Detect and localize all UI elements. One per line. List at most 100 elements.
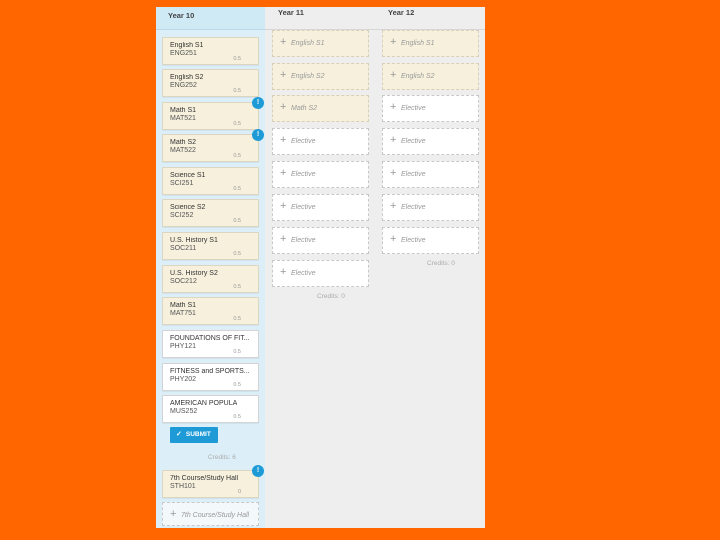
course-credits: 0.5	[233, 316, 241, 322]
course-code: SCI252	[170, 212, 194, 219]
year-11-slot[interactable]: + Elective	[272, 128, 369, 155]
submit-label: SUBMIT	[185, 431, 211, 438]
year-12-slot[interactable]: + Elective	[382, 194, 479, 221]
course-code: ENG251	[170, 50, 197, 57]
course-code: SOC212	[170, 278, 197, 285]
course-code: SOC211	[170, 245, 197, 252]
course-code: ENG252	[170, 82, 197, 89]
course-credits: 0.5	[233, 88, 241, 94]
year-10-title: Year 10	[168, 11, 195, 20]
year-11-title: Year 11	[278, 8, 304, 17]
course-credits: 0.5	[233, 153, 241, 159]
course-credits: 0.5	[233, 349, 241, 355]
slot-label: Elective	[401, 105, 426, 112]
course-code: MUS252	[170, 408, 198, 415]
course-code: MAT522	[170, 147, 196, 154]
slot-label: 7th Course/Study Hall	[181, 512, 250, 519]
course-credits: 0.5	[233, 56, 241, 62]
slot-label: Elective	[401, 237, 426, 244]
year-12-slot[interactable]: + English S1	[382, 30, 479, 57]
plus-icon: +	[280, 200, 287, 212]
slot-label: English S1	[401, 40, 435, 47]
plus-icon: +	[170, 508, 177, 520]
course-name: Science S1	[170, 172, 206, 179]
course-name: FOUNDATIONS OF FIT...	[170, 335, 250, 342]
slot-label: Elective	[291, 237, 316, 244]
course-name: Math S2	[170, 139, 197, 146]
course-planner: Year 10 English S1 ENG251 0.5 English S2…	[156, 7, 485, 528]
slot-label: Elective	[401, 138, 426, 145]
slot-label: English S2	[291, 73, 325, 80]
course-card[interactable]: English S1 ENG251 0.5	[162, 37, 259, 65]
plus-icon: +	[280, 167, 287, 179]
course-credits: 0.5	[233, 284, 241, 290]
course-credits: 0.5	[233, 218, 241, 224]
course-card[interactable]: Math S1 MAT521 0.5 !	[162, 97, 264, 130]
course-card[interactable]: Science S1 SCI251 0.5	[162, 167, 259, 195]
year-10-credits: Credits: 6	[208, 454, 236, 461]
slot-label: Elective	[291, 270, 316, 277]
year-12-slot[interactable]: + Elective	[382, 227, 479, 254]
year-12-slot[interactable]: + Elective	[382, 161, 479, 188]
course-card[interactable]: English S2 ENG252 0.5	[162, 69, 259, 97]
course-name: AMERICAN POPULA	[170, 400, 238, 407]
plus-icon: +	[390, 69, 397, 81]
plus-icon: +	[390, 167, 397, 179]
year-12-credits: Credits: 0	[427, 260, 455, 267]
plus-icon: +	[390, 134, 397, 146]
course-code: SCI251	[170, 180, 194, 187]
course-credits: 0.5	[233, 186, 241, 192]
year-12-slot[interactable]: + English S2	[382, 63, 479, 90]
warning-badge-icon[interactable]: !	[252, 97, 264, 109]
warning-badge-icon[interactable]: !	[252, 465, 264, 477]
plus-icon: +	[280, 134, 287, 146]
study-hall-slot[interactable]: + 7th Course/Study Hall	[162, 502, 259, 526]
course-card[interactable]: FOUNDATIONS OF FIT... PHY121 0.5	[162, 330, 259, 358]
year-12-slot[interactable]: + Elective	[382, 95, 479, 122]
year-11-slot[interactable]: + Elective	[272, 260, 369, 287]
course-code: MAT751	[170, 310, 196, 317]
course-name: Math S1	[170, 302, 197, 309]
year-10-header: Year 10	[156, 7, 265, 30]
year-11-slot[interactable]: + Elective	[272, 227, 369, 254]
plus-icon: +	[280, 101, 287, 113]
course-name: English S1	[170, 42, 204, 49]
submit-button[interactable]: ✓ SUBMIT	[170, 427, 218, 443]
year-11-slot[interactable]: + Elective	[272, 194, 369, 221]
year-11-slot[interactable]: + English S1	[272, 30, 369, 57]
course-name: Science S2	[170, 204, 206, 211]
course-card[interactable]: U.S. History S1 SOC211 0.5	[162, 232, 259, 260]
course-name: U.S. History S2	[170, 270, 218, 277]
plus-icon: +	[390, 200, 397, 212]
plus-icon: +	[280, 233, 287, 245]
course-name: FITNESS and SPORTS...	[170, 368, 250, 375]
slot-label: Math S2	[291, 105, 318, 112]
course-card[interactable]: U.S. History S2 SOC212 0.5	[162, 265, 259, 293]
course-credits: 0	[237, 489, 241, 495]
course-name: English S2	[170, 74, 204, 81]
course-card[interactable]: FITNESS and SPORTS... PHY202 0.5	[162, 363, 259, 391]
course-card[interactable]: AMERICAN POPULA MUS252 0.5	[162, 395, 259, 423]
year-11-slot[interactable]: + Math S2	[272, 95, 369, 122]
course-card[interactable]: Math S1 MAT751 0.5	[162, 297, 259, 325]
course-code: STH101	[170, 483, 196, 490]
slot-label: Elective	[291, 138, 316, 145]
year-11-slot[interactable]: + Elective	[272, 161, 369, 188]
plus-icon: +	[280, 69, 287, 81]
slot-label: Elective	[401, 171, 426, 178]
course-card[interactable]: Science S2 SCI252 0.5	[162, 199, 259, 227]
check-icon: ✓	[176, 431, 182, 438]
course-credits: 0.5	[233, 121, 241, 127]
plus-icon: +	[390, 101, 397, 113]
slot-label: English S2	[401, 73, 435, 80]
course-card[interactable]: Math S2 MAT522 0.5 !	[162, 129, 264, 162]
year-11-slot[interactable]: + English S2	[272, 63, 369, 90]
slot-label: English S1	[291, 40, 325, 47]
year-12-slot[interactable]: + Elective	[382, 128, 479, 155]
course-credits: 0.5	[233, 414, 241, 420]
warning-badge-icon[interactable]: !	[252, 129, 264, 141]
plus-icon: +	[280, 36, 287, 48]
course-name: 7th Course/Study Hall	[170, 475, 239, 482]
study-hall-card[interactable]: 7th Course/Study Hall STH101 0 !	[162, 465, 264, 498]
plus-icon: +	[390, 233, 397, 245]
